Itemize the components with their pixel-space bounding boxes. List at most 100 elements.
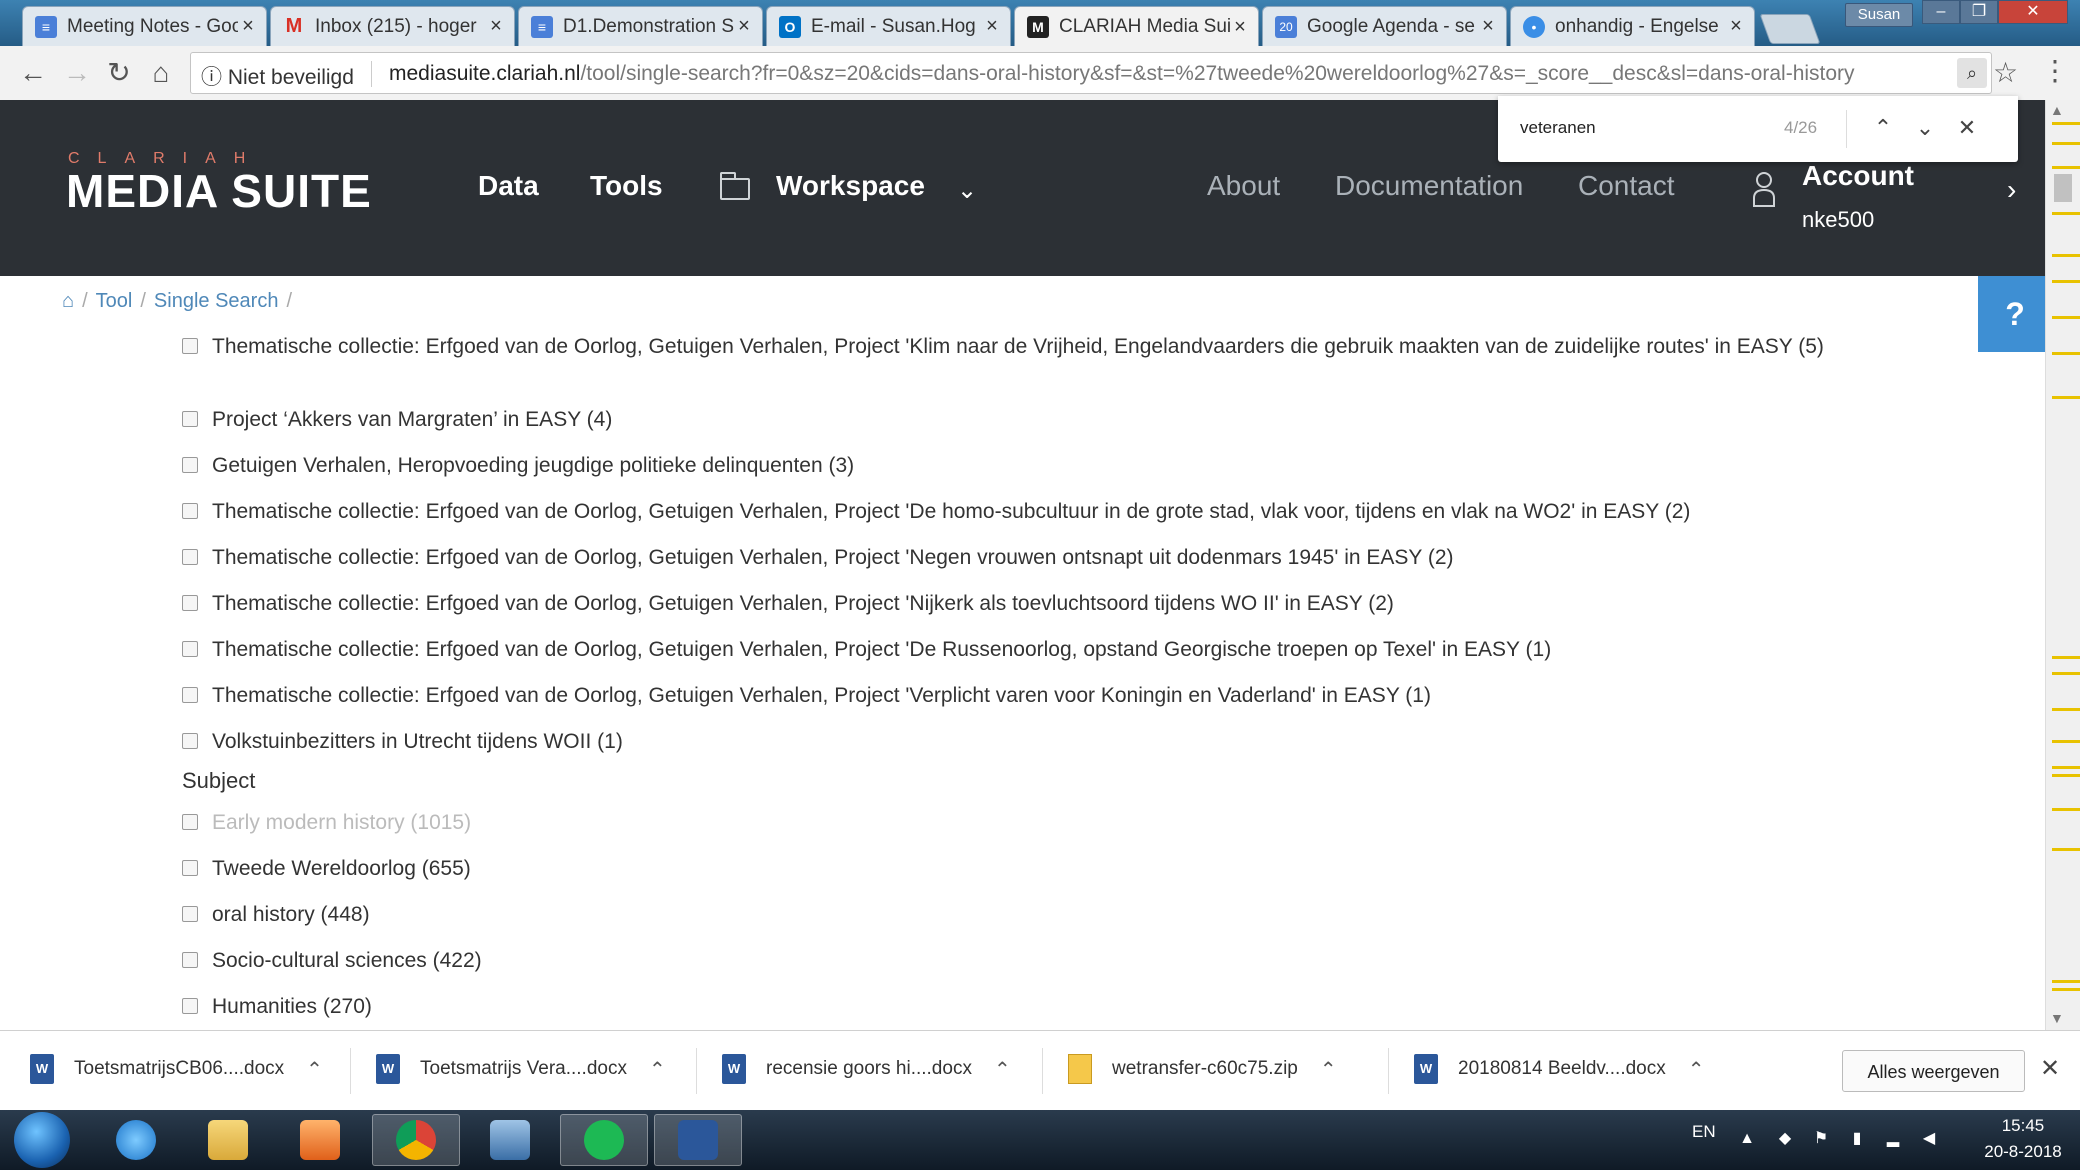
browser-tab[interactable]: O E-mail - Susan.Hog × [766,6,1011,46]
facet-option[interactable]: Getuigen Verhalen, Heropvoeding jeugdige… [182,451,1842,480]
find-next-icon[interactable]: ⌄ [1910,111,1940,145]
close-icon[interactable]: ✕ [2040,1054,2060,1083]
clock-date[interactable]: 20-8-2018 [1975,1142,2071,1162]
facet-option[interactable]: Thematische collectie: Erfgoed van de Oo… [182,681,1842,710]
find-close-icon[interactable]: ✕ [1952,111,1982,145]
close-icon[interactable]: × [982,15,1002,38]
nav-workspace[interactable]: Workspace [776,170,925,202]
taskbar-media[interactable] [276,1114,364,1166]
facet-option[interactable]: Thematische collectie: Erfgoed van de Oo… [182,543,1842,572]
new-tab-button[interactable] [1759,14,1821,44]
facet-option[interactable]: Volkstuinbezitters in Utrecht tijdens WO… [182,727,1842,756]
show-all-downloads-button[interactable]: Alles weergeven [1842,1050,2025,1092]
profile-badge[interactable]: Susan [1845,3,1913,27]
account-menu[interactable]: Account [1802,160,1914,192]
facet-option[interactable]: Thematische collectie: Erfgoed van de Oo… [182,635,1842,664]
checkbox[interactable] [182,549,198,565]
taskbar-ie[interactable] [92,1114,180,1166]
chevron-up-icon[interactable]: ⌃ [994,1057,1011,1082]
find-previous-icon[interactable]: ⌃ [1868,111,1898,145]
taskbar-chrome[interactable] [372,1114,460,1166]
home-button[interactable]: ⌂ [144,56,178,90]
facet-option[interactable]: Socio-cultural sciences (422) [182,946,1842,975]
site-logo[interactable]: MEDIA SUITE [66,164,372,218]
start-button[interactable] [14,1112,70,1168]
taskbar-word[interactable] [654,1114,742,1166]
close-icon[interactable]: × [1230,16,1250,39]
chevron-up-icon[interactable]: ▲ [1738,1130,1756,1148]
checkbox[interactable] [182,595,198,611]
nav-data[interactable]: Data [478,170,539,202]
close-icon[interactable]: × [1726,15,1746,38]
scroll-down-icon[interactable]: ▼ [2050,1010,2064,1026]
download-item[interactable]: wetransfer-c60c75.zip ⌃ [1068,1042,1337,1096]
minimize-button[interactable]: – [1922,0,1960,24]
checkbox[interactable] [182,906,198,922]
facet-option[interactable]: Humanities (270) [182,992,1842,1021]
chevron-up-icon[interactable]: ⌃ [1320,1057,1337,1082]
browser-tab-active[interactable]: M CLARIAH Media Sui × [1014,6,1259,47]
address-bar[interactable]: ⓘ Niet beveiligd mediasuite.clariah.nl/t… [190,52,1992,94]
nav-tools[interactable]: Tools [590,170,663,202]
browser-tab[interactable]: • onhandig - Engelse × [1510,6,1755,46]
network-icon[interactable]: ▂ [1884,1130,1902,1148]
nav-about[interactable]: About [1207,170,1280,202]
close-icon[interactable]: × [238,15,258,38]
help-button[interactable]: ? [1978,276,2052,352]
facet-option[interactable]: Tweede Wereldoorlog (655) [182,854,1842,883]
battery-icon[interactable]: ▮ [1848,1130,1866,1148]
security-indicator[interactable]: ⓘ Niet beveiligd [201,61,354,91]
volume-icon[interactable]: ◀ [1920,1130,1938,1148]
checkbox[interactable] [182,457,198,473]
checkbox[interactable] [182,952,198,968]
flag-icon[interactable]: ⚑ [1812,1130,1830,1148]
browser-tab[interactable]: ≡ D1.Demonstration S × [518,6,763,46]
chevron-up-icon[interactable]: ⌃ [1688,1057,1705,1082]
home-icon[interactable]: ⌂ [62,290,74,312]
breadcrumb-single-search[interactable]: Single Search [154,290,279,312]
chevron-up-icon[interactable]: ⌃ [649,1057,666,1082]
find-input[interactable]: veteranen [1520,118,1596,138]
checkbox[interactable] [182,687,198,703]
menu-icon[interactable]: ⋮ [2040,54,2070,87]
find-in-page-icon[interactable]: ⌕ [1957,58,1987,88]
download-item[interactable]: W Toetsmatrijs Vera....docx ⌃ [376,1042,666,1096]
restore-button[interactable]: ❐ [1960,0,1998,24]
facet-option[interactable]: Project ‘Akkers van Margraten’ in EASY (… [182,405,1842,434]
download-item[interactable]: W ToetsmatrijsCB06....docx ⌃ [30,1042,323,1096]
chevron-right-icon[interactable]: › [2007,174,2016,206]
checkbox[interactable] [182,998,198,1014]
chevron-down-icon[interactable]: ⌄ [957,176,977,205]
taskbar-explorer[interactable] [184,1114,272,1166]
reload-button[interactable]: ↻ [102,56,136,90]
forward-button[interactable]: → [60,56,94,90]
back-button[interactable]: ← [16,56,50,90]
facet-option[interactable]: Thematische collectie: Erfgoed van de Oo… [182,497,1842,526]
scroll-up-icon[interactable]: ▲ [2050,102,2064,118]
close-icon[interactable]: × [734,15,754,38]
browser-tab[interactable]: ≡ Meeting Notes - Goo × [22,6,267,46]
checkbox[interactable] [182,411,198,427]
chevron-up-icon[interactable]: ⌃ [306,1057,323,1082]
nav-contact[interactable]: Contact [1578,170,1675,202]
close-icon[interactable]: × [1478,15,1498,38]
taskbar-app[interactable] [466,1114,554,1166]
download-item[interactable]: W 20180814 Beeldv....docx ⌃ [1414,1042,1705,1096]
clock-time[interactable]: 15:45 [1985,1116,2061,1136]
browser-tab[interactable]: M Inbox (215) - hoger × [270,6,515,46]
checkbox[interactable] [182,860,198,876]
checkbox[interactable] [182,338,198,354]
facet-option[interactable]: oral history (448) [182,900,1842,929]
language-indicator[interactable]: EN [1692,1122,1716,1142]
download-item[interactable]: Wrecensie goors hi....docx ⌃ [722,1042,1011,1096]
bookmark-star-icon[interactable]: ☆ [1993,56,2018,89]
checkbox[interactable] [182,733,198,749]
facet-option[interactable]: Thematische collectie: Erfgoed van de Oo… [182,589,1842,618]
facet-option[interactable]: Thematische collectie: Erfgoed van de Oo… [182,332,1842,361]
scroll-thumb[interactable] [2054,174,2072,202]
page-scrollbar[interactable] [2045,100,2080,1030]
nav-documentation[interactable]: Documentation [1335,170,1523,202]
window-close-button[interactable]: ✕ [1998,0,2068,24]
dropbox-icon[interactable]: ◆ [1776,1130,1794,1148]
breadcrumb-tool[interactable]: Tool [96,290,133,312]
